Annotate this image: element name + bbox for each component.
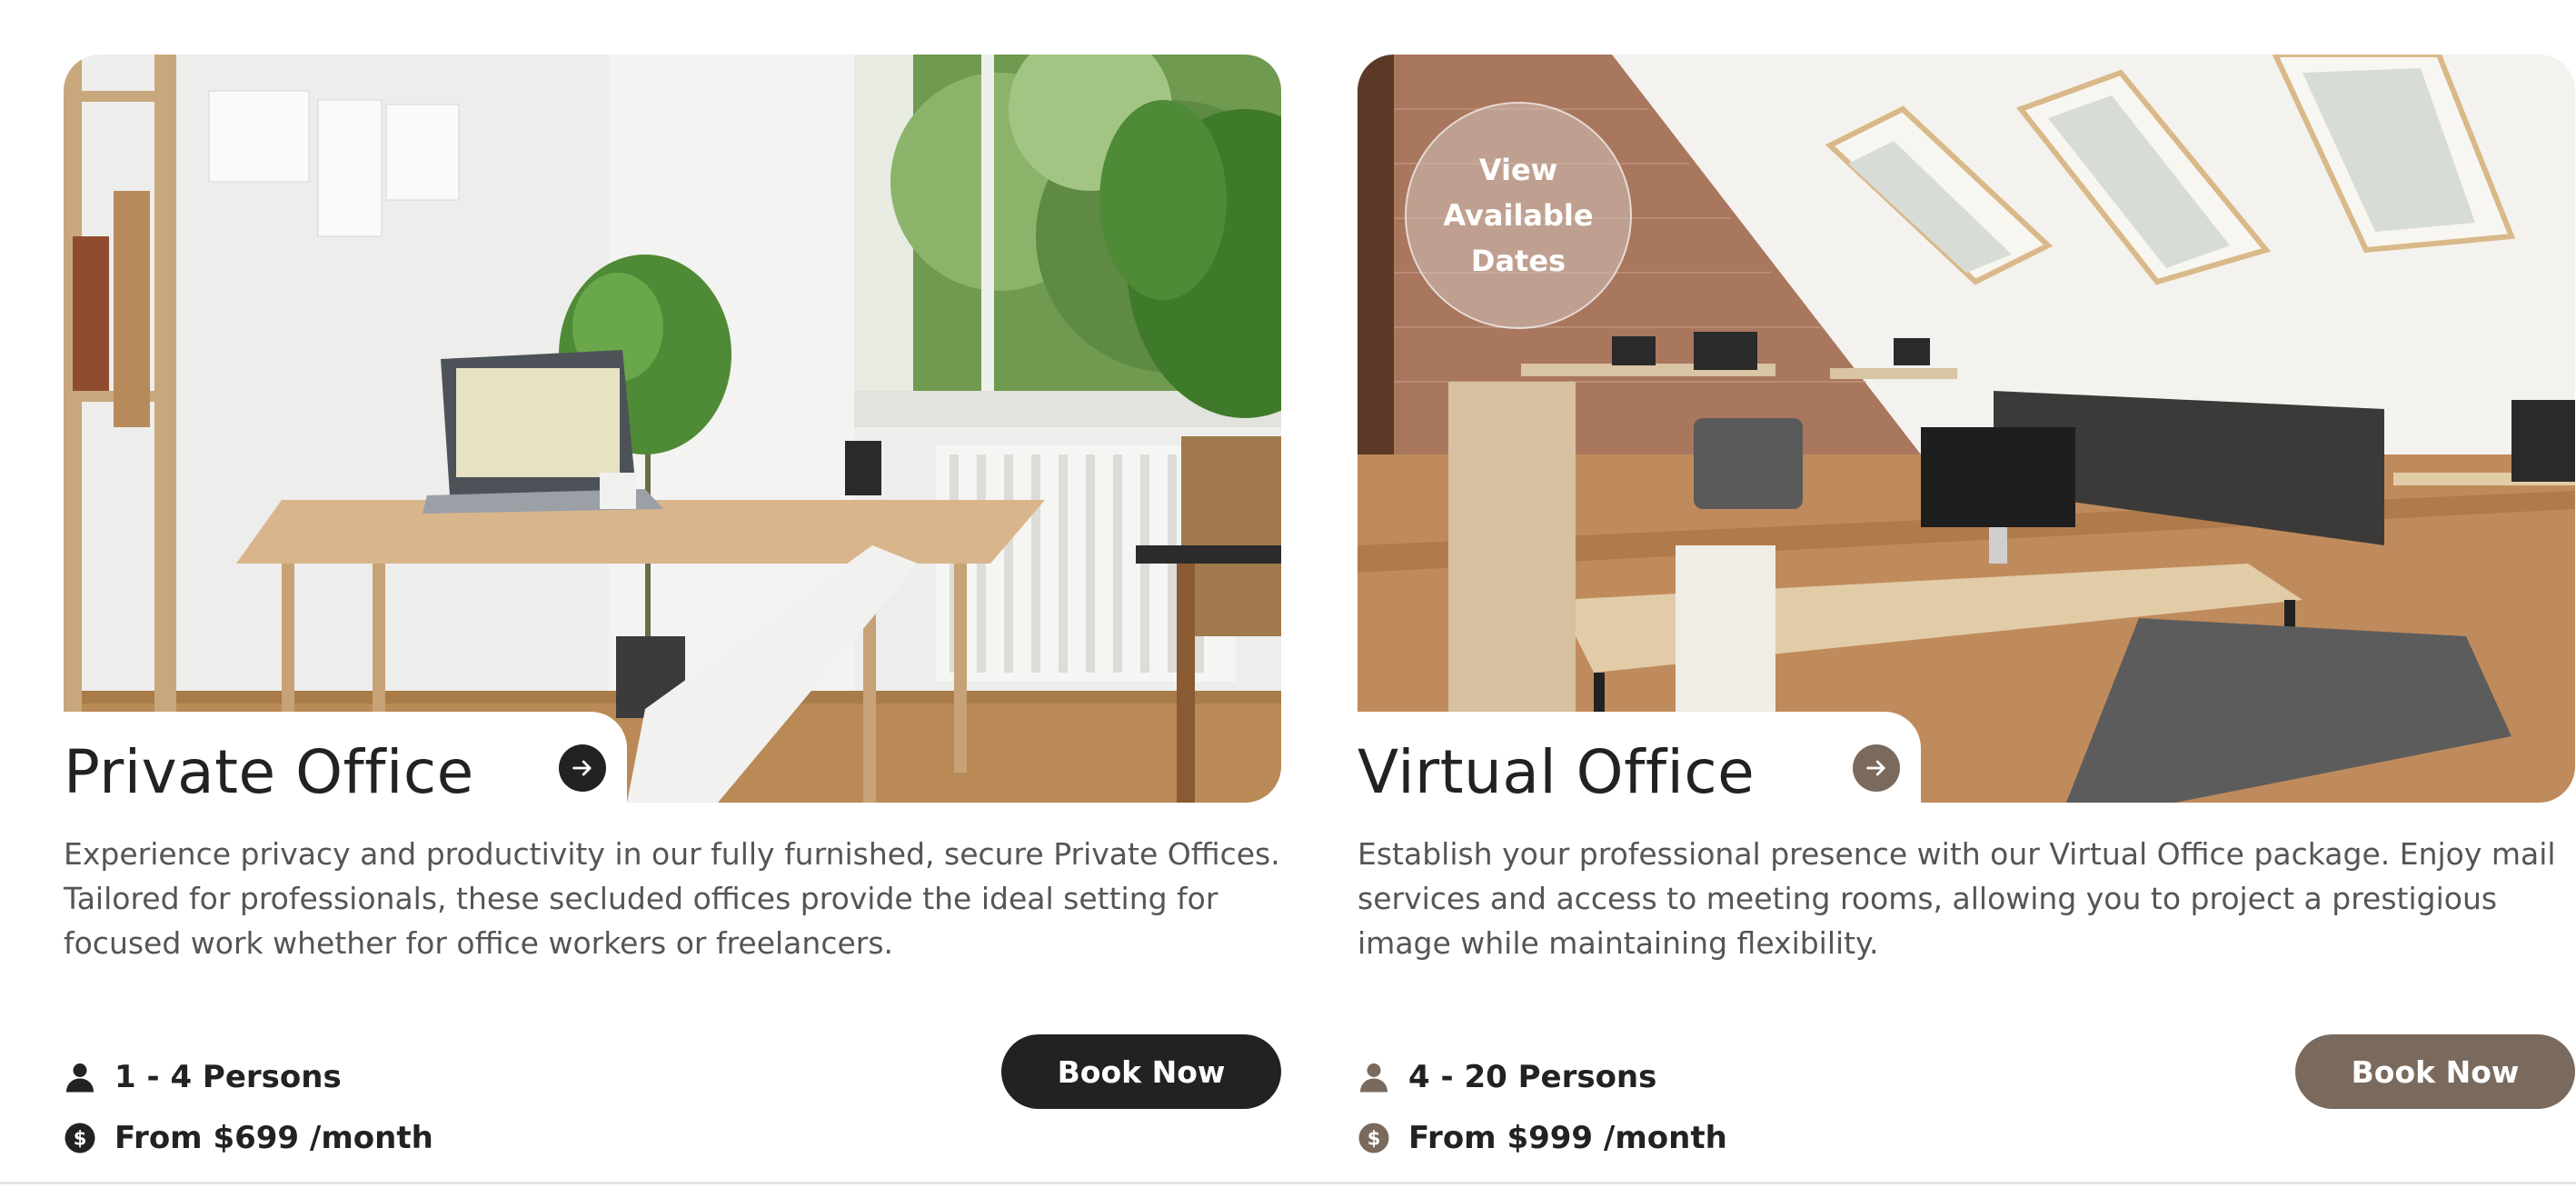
section-divider bbox=[0, 1182, 2576, 1184]
arrow-right-icon[interactable] bbox=[1853, 744, 1900, 792]
svg-text:$: $ bbox=[74, 1128, 87, 1150]
person-icon bbox=[1358, 1061, 1390, 1093]
price-label: From $999 /month bbox=[1408, 1120, 1727, 1156]
private-office-image[interactable] bbox=[64, 55, 1281, 803]
card-title: Private Office bbox=[64, 737, 474, 807]
persons-info: 4 - 20 Persons bbox=[1358, 1059, 1656, 1095]
price-info: $ From $699 /month bbox=[64, 1120, 433, 1156]
persons-label: 1 - 4 Persons bbox=[114, 1059, 342, 1095]
arrow-glyph bbox=[572, 760, 592, 776]
arrow-glyph bbox=[1866, 760, 1885, 776]
price-info: $ From $999 /month bbox=[1358, 1120, 1727, 1156]
arrow-right-icon[interactable] bbox=[559, 744, 606, 792]
card-description: Experience privacy and productivity in o… bbox=[64, 836, 1280, 961]
card-description: Establish your professional presence wit… bbox=[1358, 836, 2556, 961]
persons-info: 1 - 4 Persons bbox=[64, 1059, 342, 1095]
svg-text:$: $ bbox=[1368, 1128, 1381, 1150]
book-now-button[interactable]: Book Now bbox=[1001, 1034, 1281, 1109]
private-office-photo bbox=[64, 55, 1281, 803]
card-title: Virtual Office bbox=[1358, 737, 1755, 807]
view-available-dates-badge[interactable]: View Available Dates bbox=[1405, 102, 1632, 329]
person-icon bbox=[64, 1061, 96, 1093]
persons-label: 4 - 20 Persons bbox=[1408, 1059, 1657, 1095]
book-now-button[interactable]: Book Now bbox=[2295, 1034, 2575, 1109]
virtual-office-image[interactable]: View Available Dates bbox=[1358, 55, 2575, 803]
price-label: From $699 /month bbox=[114, 1120, 433, 1156]
dollar-icon: $ bbox=[64, 1122, 96, 1154]
dollar-icon: $ bbox=[1358, 1122, 1390, 1154]
virtual-office-card: View Available Dates Virtual Office Esta… bbox=[1358, 55, 2575, 1156]
private-office-card: Private Office Experience privacy and pr… bbox=[64, 55, 1281, 1156]
